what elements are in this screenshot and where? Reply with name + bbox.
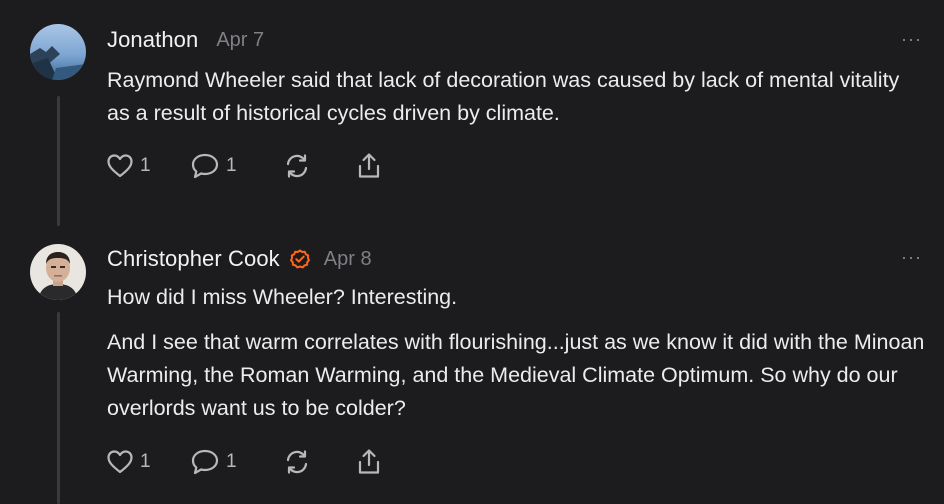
verified-badge-icon [289, 249, 310, 269]
comment-date[interactable]: Apr 8 [324, 248, 372, 271]
heart-icon [107, 450, 133, 474]
author-name[interactable]: Christopher Cook [107, 246, 280, 272]
comment-paragraph: How did I miss Wheeler? Interesting. [107, 285, 458, 309]
comment-actions: 1 1 [106, 448, 382, 476]
comment-date[interactable]: Apr 7 [216, 29, 264, 52]
comment-actions: 1 1 [106, 152, 382, 180]
share-icon [358, 153, 380, 178]
more-icon[interactable]: ··· [901, 30, 922, 48]
like-count: 1 [140, 155, 151, 176]
comment-icon [191, 449, 219, 475]
thread-line [57, 312, 60, 504]
comment: Christopher Cook Apr 8 ··· How did I mis… [0, 230, 944, 504]
restack-icon [286, 154, 308, 178]
author-name[interactable]: Jonathon [107, 27, 198, 53]
more-icon[interactable]: ··· [901, 248, 922, 266]
comment-header: Christopher Cook Apr 8 [107, 246, 372, 272]
reply-button[interactable]: 1 [190, 152, 284, 180]
share-button[interactable] [356, 152, 382, 180]
restack-button[interactable] [284, 449, 356, 475]
restack-button[interactable] [284, 153, 356, 179]
comment-body: Raymond Wheeler said that lack of decora… [107, 64, 927, 142]
comment-paragraph: And I see that warm correlates with flou… [107, 330, 925, 420]
avatar[interactable] [30, 244, 86, 300]
like-count: 1 [140, 451, 151, 472]
comment-body: How did I miss Wheeler? Interesting. And… [107, 281, 927, 437]
comment-header: Jonathon Apr 7 [107, 27, 264, 53]
avatar-image [30, 244, 86, 300]
avatar-image [30, 24, 86, 80]
like-button[interactable]: 1 [106, 153, 190, 179]
reply-button[interactable]: 1 [190, 448, 284, 476]
reply-count: 1 [226, 155, 237, 176]
comment-paragraph: Raymond Wheeler said that lack of decora… [107, 68, 900, 125]
avatar[interactable] [30, 24, 86, 80]
comment: Jonathon Apr 7 ··· Raymond Wheeler said … [0, 0, 944, 230]
thread-line [57, 96, 60, 226]
reply-count: 1 [226, 451, 237, 472]
restack-icon [286, 450, 308, 474]
comment-icon [191, 153, 219, 179]
share-button[interactable] [356, 448, 382, 476]
comment-thread: Jonathon Apr 7 ··· Raymond Wheeler said … [0, 0, 944, 504]
heart-icon [107, 154, 133, 178]
like-button[interactable]: 1 [106, 449, 190, 475]
share-icon [358, 449, 380, 474]
